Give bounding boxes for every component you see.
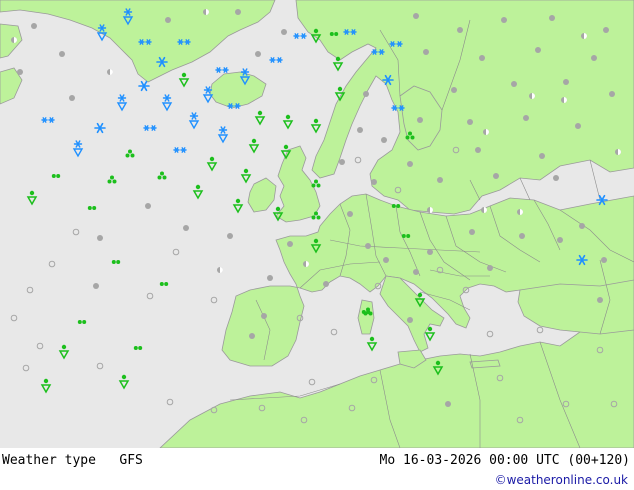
map-footer: Weather type GFS Mo 16-03-2026 00:00 UTC… — [0, 448, 634, 490]
model-name: GFS — [119, 453, 143, 468]
valid-time: Mo 16-03-2026 00:00 UTC (00+120) — [379, 453, 630, 468]
product-name: Weather type — [2, 453, 96, 468]
weather-map — [0, 0, 634, 448]
map-title: Weather type GFS — [2, 453, 143, 468]
site-credit-link[interactable]: ©weatheronline.co.uk — [495, 473, 628, 487]
